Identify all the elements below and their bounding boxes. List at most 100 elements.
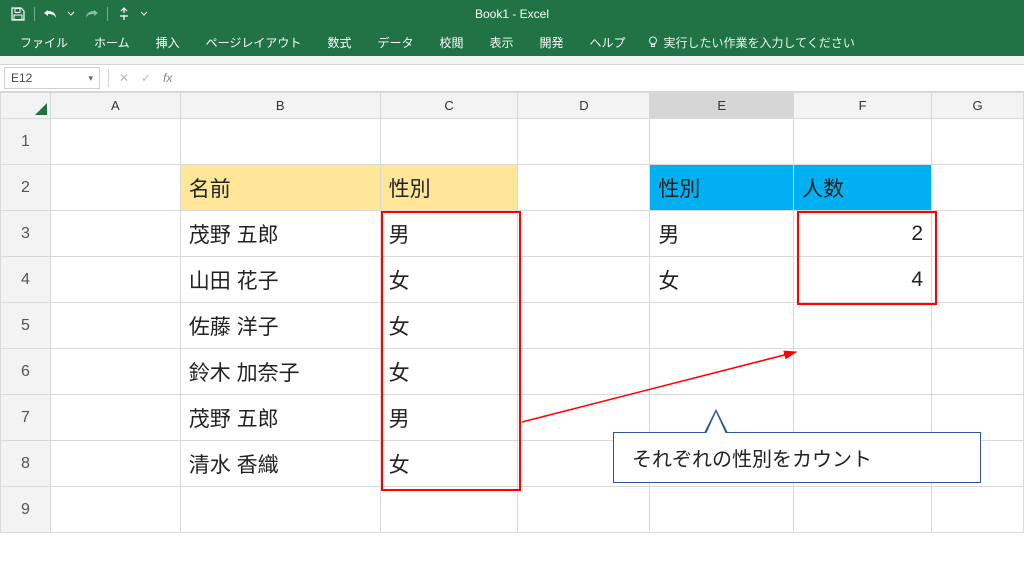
cell[interactable] xyxy=(650,119,794,165)
cell[interactable] xyxy=(932,303,1024,349)
row-header[interactable]: 2 xyxy=(1,165,51,211)
cell[interactable]: 男 xyxy=(380,395,518,441)
cell[interactable] xyxy=(932,119,1024,165)
col-header-A[interactable]: A xyxy=(50,93,180,119)
cell[interactable] xyxy=(932,349,1024,395)
cell[interactable] xyxy=(518,165,650,211)
window-title: Book1 - Excel xyxy=(475,7,549,21)
row-header[interactable]: 5 xyxy=(1,303,51,349)
cell[interactable]: 4 xyxy=(794,257,932,303)
cell[interactable] xyxy=(180,119,380,165)
cell[interactable] xyxy=(932,165,1024,211)
cell[interactable] xyxy=(380,119,518,165)
save-icon[interactable] xyxy=(10,6,26,22)
cell[interactable] xyxy=(932,487,1024,533)
row-header[interactable]: 4 xyxy=(1,257,51,303)
cell-header[interactable]: 性別 xyxy=(650,165,794,211)
cell[interactable] xyxy=(518,211,650,257)
col-header-E[interactable]: E xyxy=(650,93,794,119)
cell[interactable]: 清水 香織 xyxy=(180,441,380,487)
separator xyxy=(34,7,35,21)
row-header[interactable]: 8 xyxy=(1,441,51,487)
row-header[interactable]: 3 xyxy=(1,211,51,257)
cell[interactable] xyxy=(380,487,518,533)
cell[interactable] xyxy=(794,303,932,349)
cell-header[interactable]: 名前 xyxy=(180,165,380,211)
redo-icon[interactable] xyxy=(83,6,99,22)
row-header[interactable]: 6 xyxy=(1,349,51,395)
tab-file[interactable]: ファイル xyxy=(8,28,80,57)
tab-pagelayout[interactable]: ページレイアウト xyxy=(194,28,314,57)
cell[interactable] xyxy=(650,487,794,533)
cell[interactable] xyxy=(794,119,932,165)
cell[interactable]: 女 xyxy=(380,441,518,487)
tab-home[interactable]: ホーム xyxy=(82,28,142,57)
cell[interactable]: 茂野 五郎 xyxy=(180,211,380,257)
cell[interactable] xyxy=(794,349,932,395)
tab-view[interactable]: 表示 xyxy=(477,28,525,57)
tab-developer[interactable]: 開発 xyxy=(528,28,576,57)
cell[interactable] xyxy=(50,441,180,487)
cell-header[interactable]: 性別 xyxy=(380,165,518,211)
cell[interactable] xyxy=(50,303,180,349)
col-header-F[interactable]: F xyxy=(794,93,932,119)
cell[interactable]: 女 xyxy=(380,349,518,395)
cell-header[interactable]: 人数 xyxy=(794,165,932,211)
cell[interactable]: 女 xyxy=(380,257,518,303)
select-all-corner[interactable] xyxy=(1,93,51,119)
cell[interactable]: 佐藤 洋子 xyxy=(180,303,380,349)
cell[interactable]: 男 xyxy=(380,211,518,257)
cell[interactable] xyxy=(518,257,650,303)
undo-icon[interactable] xyxy=(43,6,59,22)
name-box[interactable]: E12 ▾ xyxy=(4,67,100,89)
cell[interactable] xyxy=(50,349,180,395)
cell[interactable]: 茂野 五郎 xyxy=(180,395,380,441)
tab-help[interactable]: ヘルプ xyxy=(578,28,638,57)
enter-icon[interactable]: ✓ xyxy=(137,69,155,87)
fx-icon[interactable]: fx xyxy=(163,71,172,85)
name-box-value: E12 xyxy=(11,71,32,85)
cell[interactable] xyxy=(50,165,180,211)
col-header-C[interactable]: C xyxy=(380,93,518,119)
chevron-down-icon[interactable]: ▾ xyxy=(88,73,93,84)
separator xyxy=(107,7,108,21)
cell[interactable] xyxy=(50,487,180,533)
cell[interactable]: 鈴木 加奈子 xyxy=(180,349,380,395)
cell[interactable] xyxy=(932,257,1024,303)
row-header[interactable]: 1 xyxy=(1,119,51,165)
cell[interactable]: 山田 花子 xyxy=(180,257,380,303)
cell[interactable]: 女 xyxy=(650,257,794,303)
row-header[interactable]: 7 xyxy=(1,395,51,441)
tab-insert[interactable]: 挿入 xyxy=(144,28,192,57)
row-header[interactable]: 9 xyxy=(1,487,51,533)
tell-me[interactable]: 実行したい作業を入力してください xyxy=(646,34,855,51)
touch-mode-icon[interactable] xyxy=(116,6,132,22)
tab-formulas[interactable]: 数式 xyxy=(315,28,363,57)
tab-data[interactable]: データ xyxy=(365,28,425,57)
cell[interactable]: 男 xyxy=(650,211,794,257)
cell[interactable] xyxy=(50,211,180,257)
cell[interactable] xyxy=(50,395,180,441)
cell[interactable]: 女 xyxy=(380,303,518,349)
cell[interactable] xyxy=(50,257,180,303)
col-header-D[interactable]: D xyxy=(518,93,650,119)
cell[interactable] xyxy=(518,349,650,395)
cell[interactable] xyxy=(518,119,650,165)
qat-customize-icon[interactable] xyxy=(140,6,148,22)
cancel-icon[interactable]: ✕ xyxy=(115,69,133,87)
cell[interactable] xyxy=(932,211,1024,257)
worksheet: A B C D E F G 1 2名前性別性別人数 3茂野 五郎男男2 4山田 … xyxy=(0,92,1024,533)
col-header-G[interactable]: G xyxy=(932,93,1024,119)
cell[interactable] xyxy=(650,303,794,349)
formula-input[interactable] xyxy=(178,67,1024,89)
tab-review[interactable]: 校閲 xyxy=(427,28,475,57)
cell[interactable]: 2 xyxy=(794,211,932,257)
cell[interactable] xyxy=(180,487,380,533)
cell[interactable] xyxy=(650,349,794,395)
undo-dropdown-icon[interactable] xyxy=(67,6,75,22)
cell[interactable] xyxy=(518,303,650,349)
cell[interactable] xyxy=(50,119,180,165)
col-header-B[interactable]: B xyxy=(180,93,380,119)
cell[interactable] xyxy=(794,487,932,533)
cell[interactable] xyxy=(518,487,650,533)
